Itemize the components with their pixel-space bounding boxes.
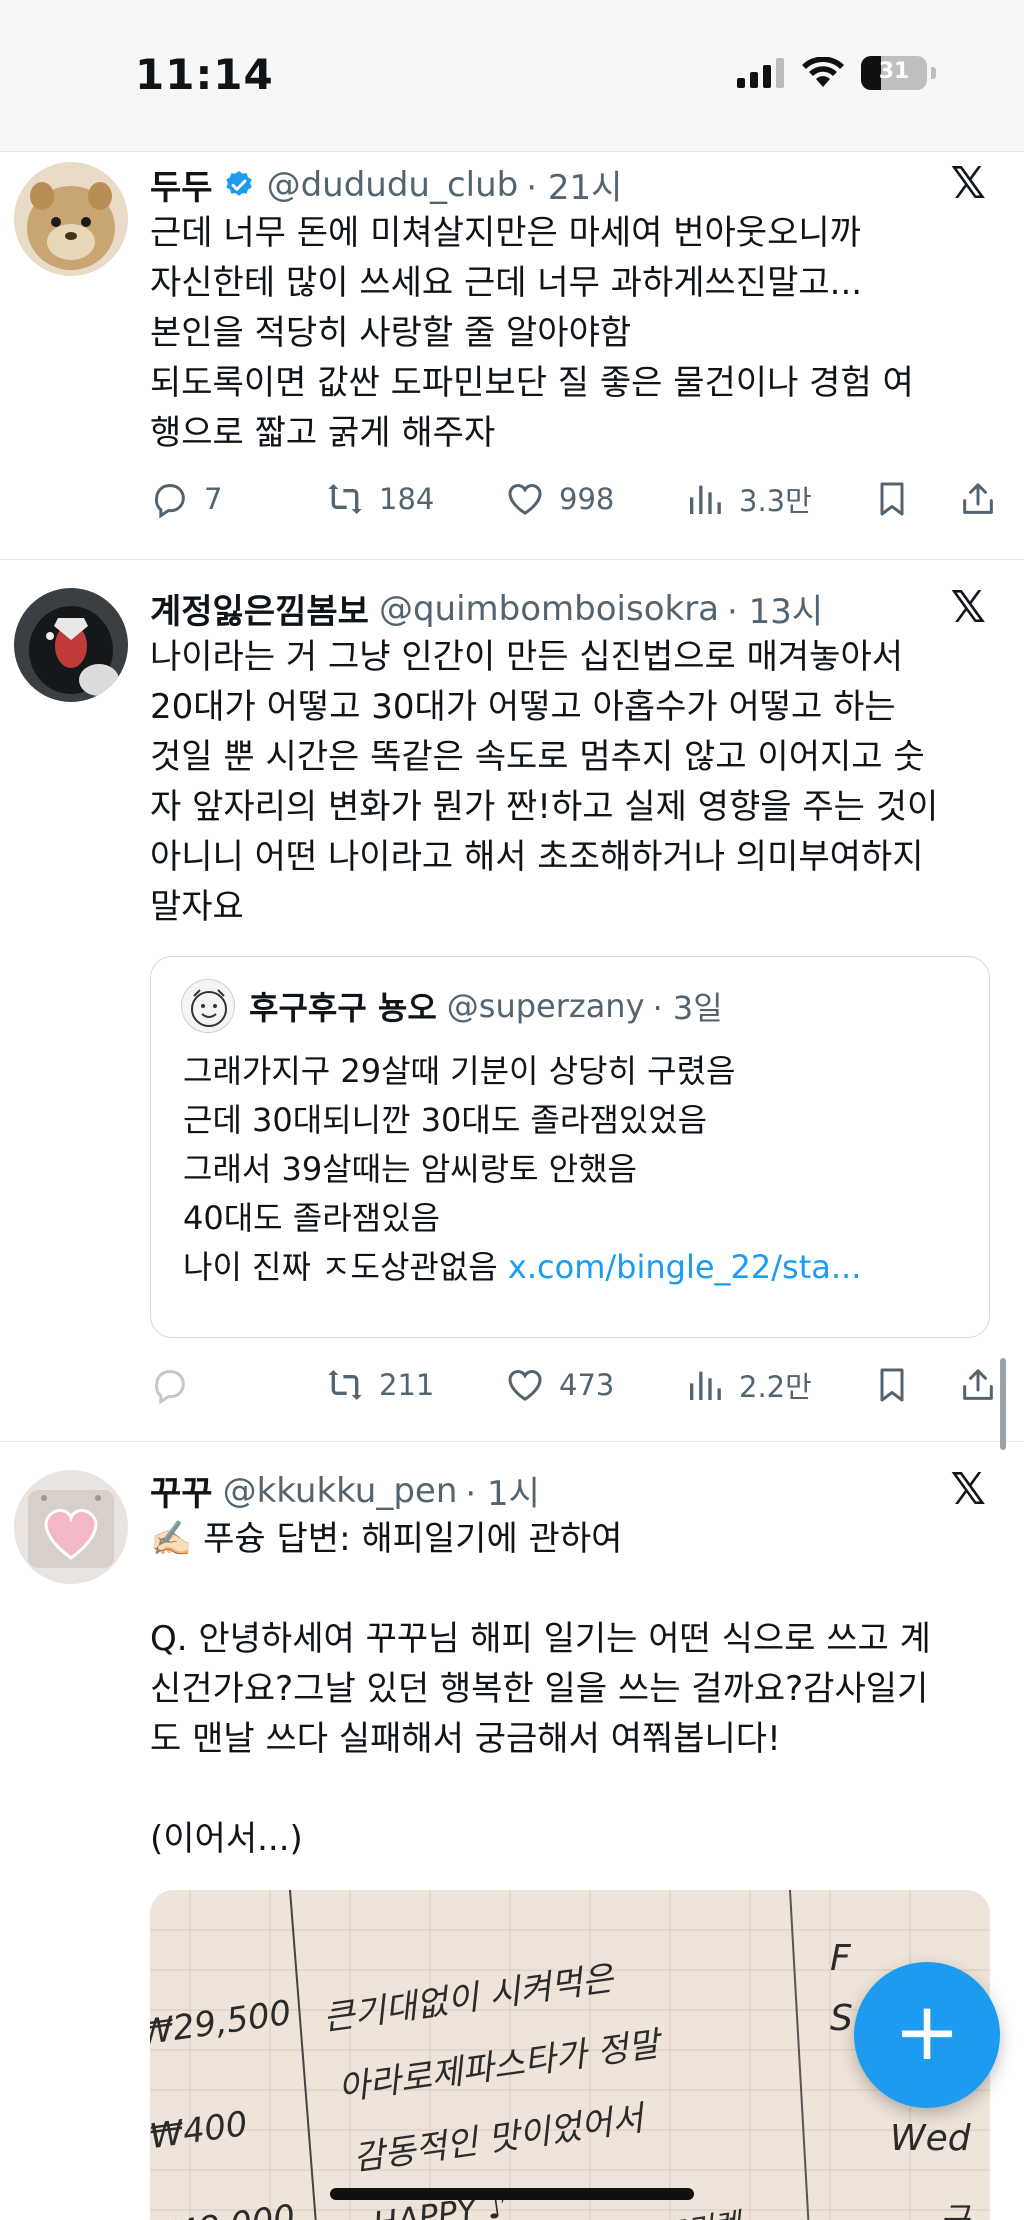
tweet-header: 계정잃은낌봄보 @quimbomboisokra · 13시 — [150, 584, 914, 633]
diary-side: F — [830, 1938, 852, 1979]
verified-badge-icon — [225, 170, 252, 196]
tweet-header: 두두 @dududu_club · 21시 — [150, 160, 914, 209]
diary-side: S — [830, 1998, 853, 2039]
handle[interactable]: @kkukku_pen — [223, 1471, 458, 1511]
tweet-text: 나이라는 거 그냥 인간이 만든 십진법으로 매겨놓아서 20대가 어떻고 30… — [150, 637, 939, 927]
reply-icon — [154, 484, 185, 519]
x-logo-icon[interactable]: 𝕏 — [951, 1468, 986, 1512]
retweet-count: 211 — [379, 1368, 435, 1402]
wifi-icon — [802, 57, 844, 87]
retweet-button[interactable]: 211 — [325, 1365, 505, 1405]
views-icon — [690, 485, 721, 514]
heart-icon — [508, 484, 542, 515]
display-name[interactable]: 꾸꾸 — [150, 1466, 213, 1515]
battery-percent: 31 — [878, 59, 910, 84]
views-icon — [690, 1371, 721, 1400]
tweet-text: 근데 너무 돈에 미쳐살지만은 마세여 번아웃오니까 자신한테 많이 쓰세요 근… — [150, 213, 914, 453]
share-button[interactable] — [958, 1365, 998, 1405]
bookmark-button[interactable] — [872, 479, 912, 519]
quoted-tweet-header: 후구후구 뇽오 @superzany · 3일 — [181, 979, 969, 1033]
status-icons: 31 — [737, 56, 936, 90]
quoted-link[interactable]: x.com/bingle_22/sta... — [508, 1248, 861, 1286]
like-button[interactable]: 998 — [505, 479, 685, 519]
tweet[interactable]: 두두 @dududu_club · 21시 𝕏 근데 너무 돈에 미쳐살지만은 … — [0, 152, 1024, 560]
tweet-time: · 1시 — [465, 1474, 540, 1514]
share-icon — [963, 483, 993, 514]
bookmark-button[interactable] — [872, 1365, 912, 1405]
signal-icon — [737, 58, 784, 88]
tweet-time: · 13시 — [727, 592, 824, 632]
like-count: 473 — [559, 1368, 615, 1402]
tweet-actions: 211 473 2.2만 — [150, 1360, 998, 1410]
retweet-count: 184 — [379, 482, 435, 516]
home-indicator[interactable] — [330, 2188, 694, 2200]
diary-side: 구 — [940, 2200, 971, 2220]
quoted-handle[interactable]: @superzany — [447, 987, 645, 1025]
status-bar: 11:14 31 — [0, 0, 1024, 152]
quoted-tweet[interactable]: 후구후구 뇽오 @superzany · 3일 그래가지구 29살때 기분이 상… — [150, 956, 990, 1338]
like-count: 998 — [559, 482, 615, 516]
avatar[interactable] — [14, 162, 128, 276]
reply-count: 7 — [204, 482, 223, 516]
display-name[interactable]: 계정잃은낌봄보 — [150, 584, 369, 633]
bookmark-icon — [880, 482, 904, 516]
heart-icon — [508, 1370, 542, 1401]
x-logo-icon[interactable]: 𝕏 — [951, 586, 986, 630]
battery-icon: 31 — [861, 56, 927, 90]
compose-button[interactable]: + — [854, 1962, 1000, 2108]
tweet-actions: 7 184 998 3.3만 — [150, 474, 998, 524]
quoted-display-name[interactable]: 후구후구 뇽오 — [249, 983, 437, 1029]
handle[interactable]: @quimbomboisokra — [379, 589, 719, 629]
diary-side: Wed — [890, 2118, 972, 2159]
tweet[interactable]: 계정잃은낌봄보 @quimbomboisokra · 13시 𝕏 나이라는 거 … — [0, 560, 1024, 1442]
like-button[interactable]: 473 — [505, 1365, 685, 1405]
scrollbar-thumb[interactable] — [1000, 1358, 1006, 1450]
views-button[interactable]: 2.2만 — [685, 1364, 850, 1406]
view-count: 2.2만 — [739, 1370, 812, 1404]
reply-button[interactable]: 7 — [150, 479, 325, 519]
avatar[interactable] — [14, 1470, 128, 1584]
retweet-icon — [328, 484, 362, 514]
tweet-time: · 21시 — [526, 168, 623, 208]
status-time: 11:14 — [135, 50, 274, 99]
avatar[interactable] — [14, 588, 128, 702]
view-count: 3.3만 — [739, 484, 812, 518]
reply-button[interactable] — [150, 1365, 325, 1405]
share-icon — [963, 1369, 993, 1400]
retweet-icon — [328, 1370, 362, 1400]
display-name[interactable]: 두두 — [150, 160, 213, 209]
quoted-time: · 3일 — [652, 989, 723, 1027]
battery-tip — [931, 67, 936, 79]
share-button[interactable] — [958, 479, 998, 519]
quoted-avatar[interactable] — [181, 979, 235, 1033]
plus-icon: + — [893, 1985, 961, 2078]
bookmark-icon — [880, 1368, 904, 1402]
x-logo-icon[interactable]: 𝕏 — [951, 162, 986, 206]
tweet-header: 꾸꾸 @kkukku_pen · 1시 — [150, 1466, 914, 1515]
reply-icon — [154, 1370, 185, 1405]
views-button[interactable]: 3.3만 — [685, 478, 850, 520]
quoted-tweet-text: 그래가지구 29살때 기분이 상당히 구렸음 근데 30대되니깐 30대도 졸라… — [183, 1047, 965, 1292]
handle[interactable]: @dududu_club — [267, 165, 519, 205]
tweet-text: ✍🏻 푸슝 답변: 해피일기에 관하여 Q. 안녕하세여 꾸꾸님 해피 일기는 … — [150, 1519, 931, 1859]
retweet-button[interactable]: 184 — [325, 479, 505, 519]
